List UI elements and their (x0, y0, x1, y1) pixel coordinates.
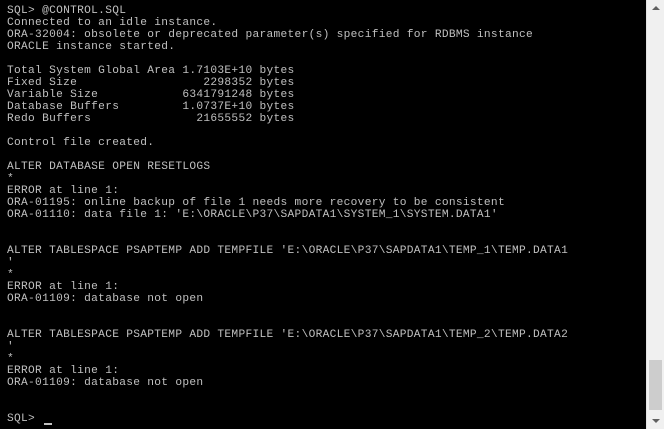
chevron-up-icon (652, 6, 660, 10)
console-line: ERROR at line 1: (7, 281, 120, 293)
console-line: SQL> @CONTROL.SQL (7, 5, 127, 17)
console-line: ALTER DATABASE OPEN RESETLOGS (7, 161, 211, 173)
console-line: ORACLE instance started. (7, 41, 176, 53)
console-line: * (7, 353, 15, 365)
console-line: Fixed Size 2298352 bytes (7, 77, 295, 89)
console-output[interactable]: SQL> @CONTROL.SQL Connected to an idle i… (0, 0, 646, 429)
console-line: ' (7, 257, 15, 269)
console-line: * (7, 269, 15, 281)
console-line: Redo Buffers 21655552 bytes (7, 113, 295, 125)
console-line: Variable Size 6341791248 bytes (7, 89, 295, 101)
console-line: ORA-01109: database not open (7, 377, 204, 389)
console-line: ORA-01109: database not open (7, 293, 204, 305)
console-line: Connected to an idle instance. (7, 17, 218, 29)
sql-prompt: SQL> (7, 413, 43, 425)
console-line: Database Buffers 1.0737E+10 bytes (7, 101, 295, 113)
console-line: Total System Global Area 1.7103E+10 byte… (7, 65, 295, 77)
console-line: ORA-01195: online backup of file 1 needs… (7, 197, 505, 209)
vertical-scrollbar[interactable] (646, 0, 664, 429)
console-line: ORA-01110: data file 1: 'E:\ORACLE\P37\S… (7, 209, 498, 221)
console-line: ALTER TABLESPACE PSAPTEMP ADD TEMPFILE '… (7, 245, 569, 257)
sqlplus-console-window[interactable]: SQL> @CONTROL.SQL Connected to an idle i… (0, 0, 664, 429)
console-line: ERROR at line 1: (7, 185, 120, 197)
text-cursor (44, 423, 53, 425)
scroll-up-button[interactable] (647, 0, 664, 17)
scrollbar-thumb[interactable] (649, 360, 662, 410)
console-line: Control file created. (7, 137, 155, 149)
scrollbar-track[interactable] (647, 17, 664, 412)
console-line: ALTER TABLESPACE PSAPTEMP ADD TEMPFILE '… (7, 329, 569, 341)
console-line: * (7, 173, 15, 185)
console-line: ' (7, 341, 15, 353)
scroll-down-button[interactable] (647, 412, 664, 429)
chevron-down-icon (652, 419, 660, 423)
console-line: ORA-32004: obsolete or deprecated parame… (7, 29, 534, 41)
prompt-line[interactable]: SQL> (7, 413, 53, 425)
console-line: ERROR at line 1: (7, 365, 120, 377)
